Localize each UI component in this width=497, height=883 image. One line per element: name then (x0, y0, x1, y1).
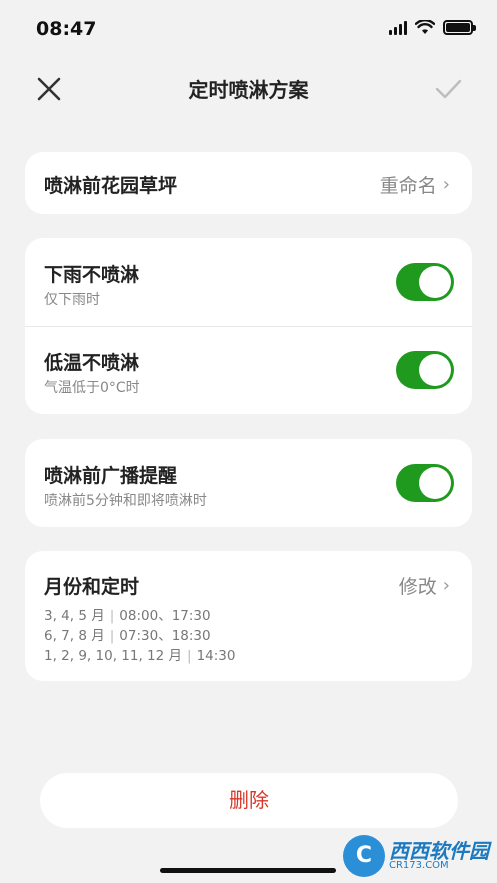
watermark-logo: C 西西软件园 CR173.COM (343, 835, 489, 877)
toggle-knob (419, 354, 451, 386)
status-bar: 08:47 (0, 0, 497, 60)
schedule-card: 月份和定时 修改 › 3, 4, 5 月 | 08:00、17:30 6, 7, 8… (25, 551, 472, 681)
rain-toggle[interactable] (396, 263, 454, 301)
schedule-title: 月份和定时 (44, 576, 140, 598)
schedule-entry: 3, 4, 5 月 | 08:00、17:30 (44, 608, 211, 624)
watermark-icon: C (343, 835, 385, 877)
status-icons (389, 20, 476, 35)
watermark-subtext: CR173.COM (389, 860, 449, 871)
delete-button[interactable]: 删除 (40, 773, 458, 828)
cold-toggle[interactable] (396, 351, 454, 389)
signal-icon (389, 20, 407, 35)
edit-label: 修改 (398, 576, 437, 598)
divider (25, 326, 472, 327)
page-title: 定时喷淋方案 (188, 78, 309, 102)
toggle-knob (419, 467, 451, 499)
rename-label: 重命名 (379, 175, 437, 197)
edit-schedule-button[interactable]: 修改 › (399, 572, 450, 599)
plan-name: 喷淋前花园草坪 (44, 175, 178, 197)
battery-icon (443, 20, 476, 35)
schedule-entry: 6, 7, 8 月 | 07:30、18:30 (44, 628, 211, 644)
reminder-card: 喷淋前广播提醒 喷淋前5分钟和即将喷淋时 (25, 439, 472, 527)
watermark-text: 西西软件园 (389, 839, 489, 863)
rules-card: 下雨不喷淋 仅下雨时 低温不喷淋 气温低于0°C时 (25, 238, 472, 414)
rename-button[interactable]: 重命名 › (380, 171, 450, 198)
reminder-subtitle: 喷淋前5分钟和即将喷淋时 (44, 493, 207, 509)
nav-bar: 定时喷淋方案 (0, 60, 497, 116)
reminder-toggle[interactable] (396, 464, 454, 502)
chevron-right-icon: › (442, 174, 450, 195)
schedule-entry: 1, 2, 9, 10, 11, 12 月 | 14:30 (44, 648, 236, 664)
chevron-right-icon: › (442, 575, 450, 596)
toggle-knob (419, 266, 451, 298)
rule-subtitle: 仅下雨时 (44, 292, 100, 308)
rule-subtitle: 气温低于0°C时 (44, 380, 140, 396)
plan-name-card: 喷淋前花园草坪 重命名 › (25, 152, 472, 214)
rule-title: 低温不喷淋 (44, 352, 140, 374)
status-time: 08:47 (36, 18, 97, 40)
rule-title: 下雨不喷淋 (44, 264, 140, 286)
confirm-check-icon[interactable] (433, 74, 463, 104)
reminder-title: 喷淋前广播提醒 (44, 465, 178, 487)
wifi-icon (415, 20, 435, 34)
home-indicator (160, 868, 336, 873)
